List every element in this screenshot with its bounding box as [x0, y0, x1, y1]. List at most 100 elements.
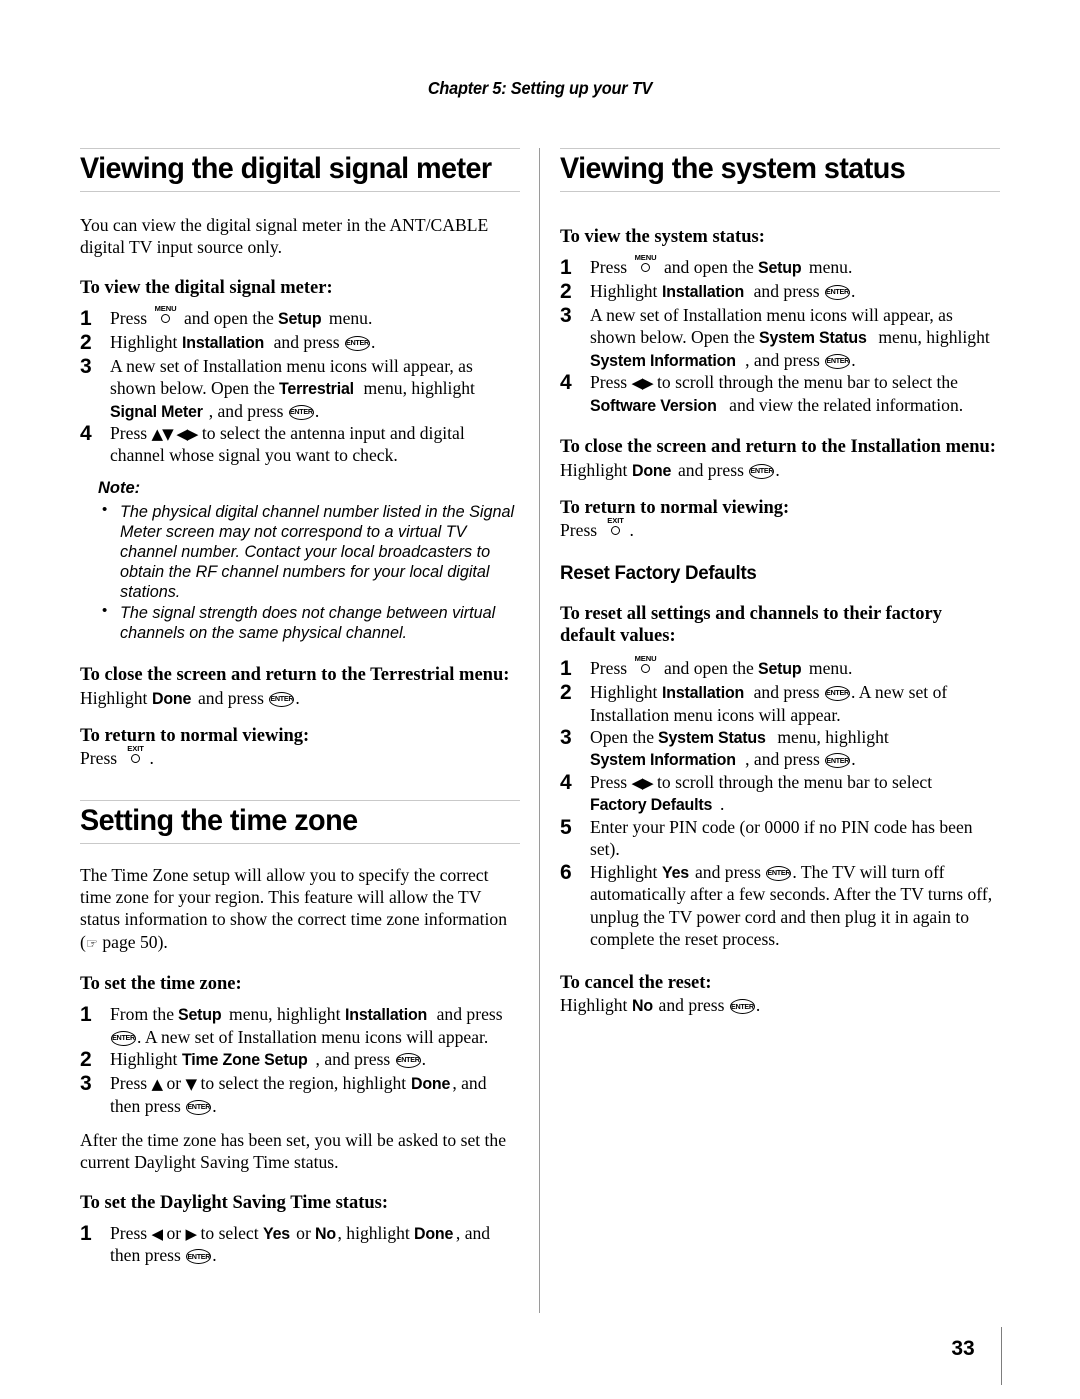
note-bullet-list: The physical digital channel number list…	[98, 501, 520, 644]
step-list-reset-factory-defaults: 1 Press MENU and open the Setup menu. 2 Hig…	[560, 654, 1000, 950]
subheading-close-screen-terrestrial: To close the screen and return to the Te…	[80, 665, 510, 686]
menu-label: Setup	[758, 659, 802, 679]
step-text: Highlight Installation and press ENTER.	[590, 281, 856, 302]
menu-label: Installation	[181, 332, 264, 352]
menu-label: Installation	[661, 282, 744, 302]
enter-button-icon: ENTER	[111, 1030, 136, 1046]
numbered-step: 3 A new set of Installation menu icons wi…	[80, 355, 520, 423]
step-text: Press ◀ or ▶ to select Yes or No, highli…	[110, 1222, 491, 1266]
subheading-to-view-system-status: To view the system status:	[560, 226, 765, 247]
menu-label: No	[631, 996, 653, 1016]
menu-label: Done	[151, 688, 192, 708]
return-normal-viewing-body-left: Press EXIT.	[80, 744, 154, 769]
after-time-zone-paragraph: After the time zone has been set, you wi…	[80, 1129, 507, 1173]
menu-label: Setup	[278, 308, 322, 328]
menu-button-icon: MENU	[633, 655, 659, 677]
numbered-step: 1 Press MENU and open the Setup menu.	[560, 654, 1000, 681]
enter-button-icon: ENTER	[344, 335, 370, 351]
menu-label: System Information	[590, 350, 736, 370]
heading-text: Viewing the system status	[560, 152, 906, 185]
cancel-reset-body: Highlight No and press ENTER.	[560, 995, 761, 1016]
section-heading-system-status: Viewing the system status	[560, 148, 1000, 192]
step-list-view-system-status: 1 Press MENU and open the Setup menu. 2 Hig…	[560, 253, 1000, 416]
step-text: Press ▲▼ ◀▶ to select the antenna input …	[110, 423, 465, 466]
subheading-daylight-saving-time: To set the Daylight Saving Time status:	[80, 1192, 389, 1213]
menu-label: Installation	[661, 682, 744, 702]
menu-label: Time Zone Setup	[181, 1050, 308, 1070]
numbered-step: 3 Open the System Status menu, highlight …	[560, 726, 1000, 771]
document-page: Chapter 5: Setting up your TV Viewing th…	[0, 0, 1080, 1399]
subheading-reset-all-settings: To reset all settings and channels to th…	[560, 603, 942, 646]
menu-label: Setup	[758, 258, 802, 278]
step-number: 1	[560, 657, 572, 681]
column-divider	[539, 148, 540, 1313]
step-list-daylight-saving: 1 Press ◀ or ▶ to select Yes or No, highl…	[80, 1222, 520, 1267]
enter-button-icon: ENTER	[729, 999, 755, 1015]
numbered-step: 1 Press MENU and open the Setup menu.	[560, 253, 1000, 280]
note-item: The physical digital channel number list…	[98, 501, 520, 602]
step-list-set-time-zone: 1 From the Setup menu, highlight Installa…	[80, 1003, 520, 1117]
intro-paragraph: You can view the digital signal meter in…	[80, 214, 489, 258]
step-number: 4	[560, 371, 572, 395]
hand-pointer-icon: ☞	[85, 935, 98, 952]
step-number: 3	[80, 1071, 92, 1095]
numbered-step: 2 Highlight Installation and press ENTER.	[80, 331, 520, 355]
folio-rule	[1001, 1327, 1002, 1385]
menu-label: Software Version	[590, 395, 717, 415]
menu-label: Done	[631, 460, 672, 480]
section-heading-setting-time-zone: Setting the time zone	[80, 799, 520, 844]
step-number: 5	[560, 815, 572, 839]
menu-label: Done	[414, 1223, 454, 1243]
note-box: Note: The physical digital channel numbe…	[98, 479, 520, 644]
step-text: Highlight Installation and press ENTER. …	[590, 681, 948, 725]
step-number: 2	[560, 280, 572, 304]
numbered-step: 2 Highlight Time Zone Setup, and press EN…	[80, 1048, 520, 1072]
subheading-to-view-digital-signal-meter: To view the digital signal meter:	[80, 277, 333, 298]
running-header: Chapter 5: Setting up your TV	[427, 78, 653, 98]
subheading-cancel-reset: To cancel the reset:	[560, 973, 712, 994]
step-text: Highlight Installation and press ENTER.	[110, 331, 376, 352]
enter-button-icon: ENTER	[825, 353, 851, 369]
arrow-keys-icon: ▼	[185, 1074, 198, 1093]
step-text: A new set of Installation menu icons wil…	[110, 355, 475, 421]
enter-button-icon: ENTER	[749, 463, 775, 479]
numbered-step: 3 Press ▲ or ▼ to select the region, high…	[80, 1072, 520, 1117]
heading-text: Viewing the digital signal meter	[80, 152, 492, 185]
menu-label: Yes	[263, 1223, 291, 1243]
numbered-step: 2 Highlight Installation and press ENTER.	[560, 280, 1000, 304]
menu-label: Installation	[344, 1005, 427, 1025]
arrow-keys-icon: ▲▼ ◀▶	[151, 425, 199, 444]
step-text: Press ▲ or ▼ to select the region, highl…	[110, 1072, 487, 1116]
step-number: 1	[80, 306, 92, 330]
step-number: 2	[80, 1048, 92, 1072]
enter-button-icon: ENTER	[186, 1099, 212, 1115]
step-text: A new set of Installation menu icons wil…	[590, 304, 990, 370]
step-text: From the Setup menu, highlight Installat…	[110, 1004, 503, 1047]
heading-text: Setting the time zone	[80, 803, 358, 837]
step-text: Open the System Status menu, highlight S…	[590, 726, 889, 770]
step-number: 4	[80, 422, 92, 446]
step-text: Press ◀▶ to scroll through the menu bar …	[590, 372, 964, 415]
step-text: Press ◀▶ to scroll through the menu bar …	[590, 772, 933, 815]
enter-button-icon: ENTER	[269, 691, 295, 707]
menu-label: System Information	[590, 750, 736, 770]
subheading-close-screen-installation: To close the screen and return to the In…	[560, 437, 996, 458]
step-number: 3	[560, 725, 572, 749]
numbered-step: 1 Press MENU and open the Setup menu.	[80, 305, 520, 331]
enter-button-icon: ENTER	[824, 685, 850, 701]
numbered-step: 4 Press ▲▼ ◀▶ to select the antenna input…	[80, 422, 520, 467]
step-number: 3	[80, 354, 92, 378]
arrow-keys-icon: ▲	[151, 1074, 164, 1093]
enter-button-icon: ENTER	[395, 1053, 421, 1069]
enter-button-icon: ENTER	[824, 285, 850, 301]
menu-label: System Status	[759, 328, 868, 348]
step-text: Press MENU and open the Setup menu.	[590, 253, 853, 278]
step-text: Highlight Time Zone Setup, and press ENT…	[110, 1049, 427, 1070]
enter-button-icon: ENTER	[186, 1249, 212, 1265]
step-list-view-signal-meter: 1 Press MENU and open the Setup menu. 2 Hig…	[80, 305, 520, 467]
step-number: 3	[560, 303, 572, 327]
step-text: Press MENU and open the Setup menu.	[590, 654, 853, 679]
arrow-keys-icon: ▶	[185, 1224, 198, 1243]
arrow-keys-icon: ◀▶	[631, 774, 654, 793]
subheading-return-normal-viewing-left: To return to normal viewing:	[80, 726, 310, 747]
